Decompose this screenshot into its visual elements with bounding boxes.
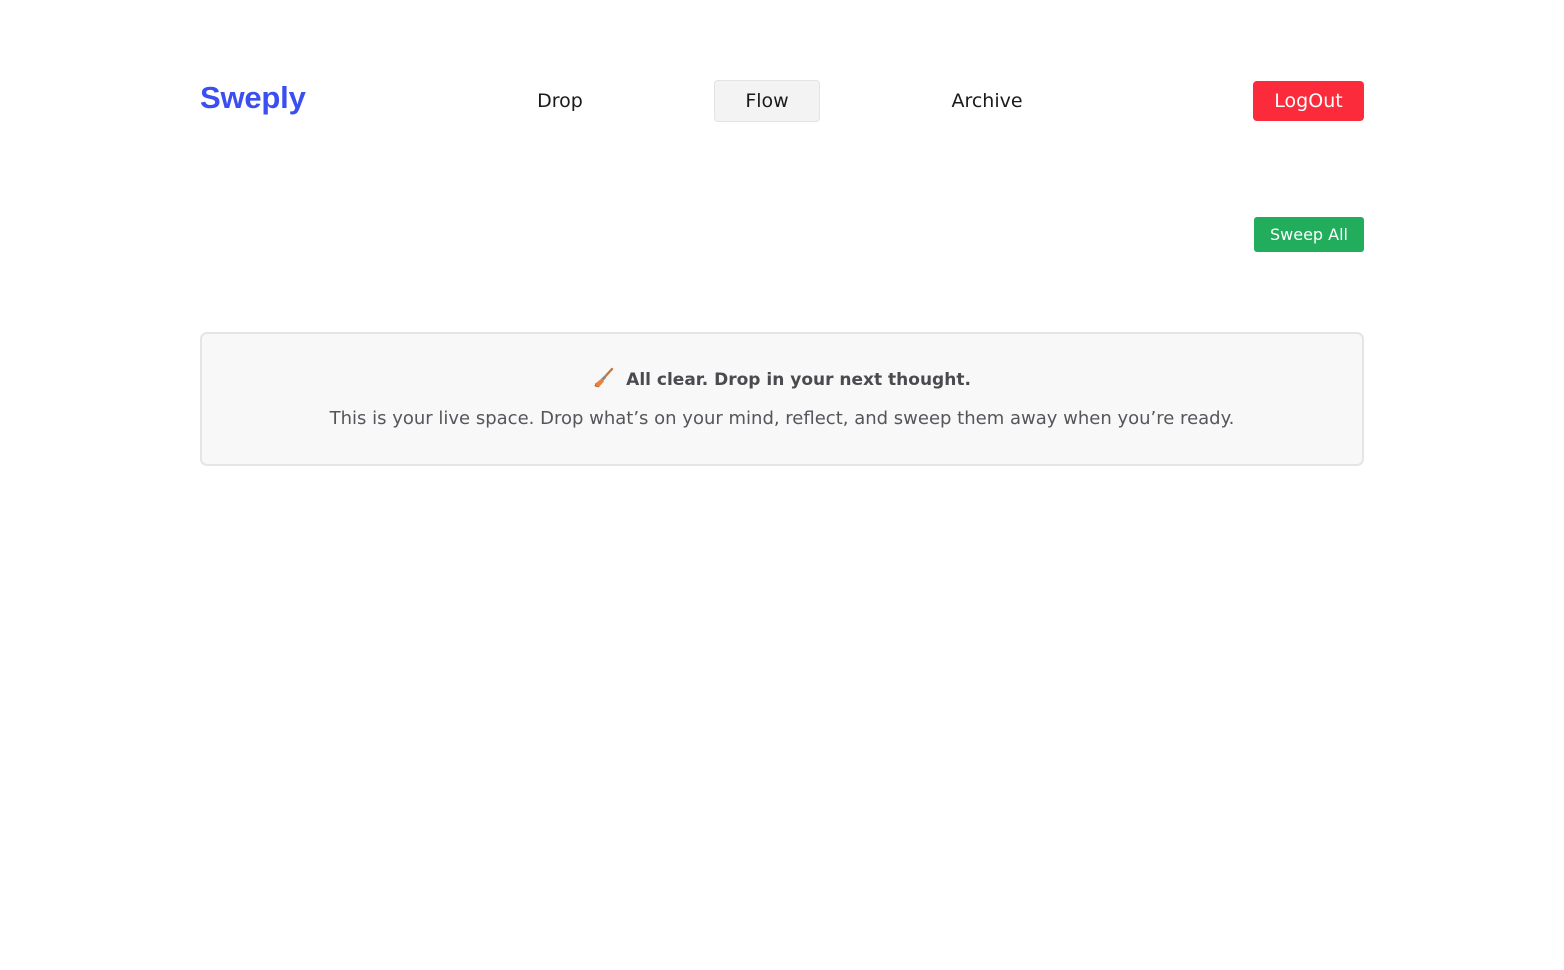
- empty-state-card: All clear. Drop in your next thought. Th…: [200, 332, 1364, 466]
- page: Sweply Drop Flow Archive LogOut Sweep Al…: [0, 0, 1564, 970]
- brand-logo[interactable]: Sweply: [200, 78, 306, 118]
- empty-state-subtitle: This is your live space. Drop what’s on …: [329, 408, 1235, 429]
- nav-item-drop[interactable]: Drop: [508, 80, 612, 122]
- empty-state-title: All clear. Drop in your next thought.: [626, 370, 971, 390]
- nav-item-archive[interactable]: Archive: [930, 80, 1044, 122]
- logout-button[interactable]: LogOut: [1253, 81, 1364, 121]
- nav-item-flow[interactable]: Flow: [714, 80, 820, 122]
- broom-icon: [594, 367, 614, 388]
- sweep-all-button[interactable]: Sweep All: [1254, 217, 1364, 252]
- empty-state-heading: All clear. Drop in your next thought.: [202, 367, 1362, 393]
